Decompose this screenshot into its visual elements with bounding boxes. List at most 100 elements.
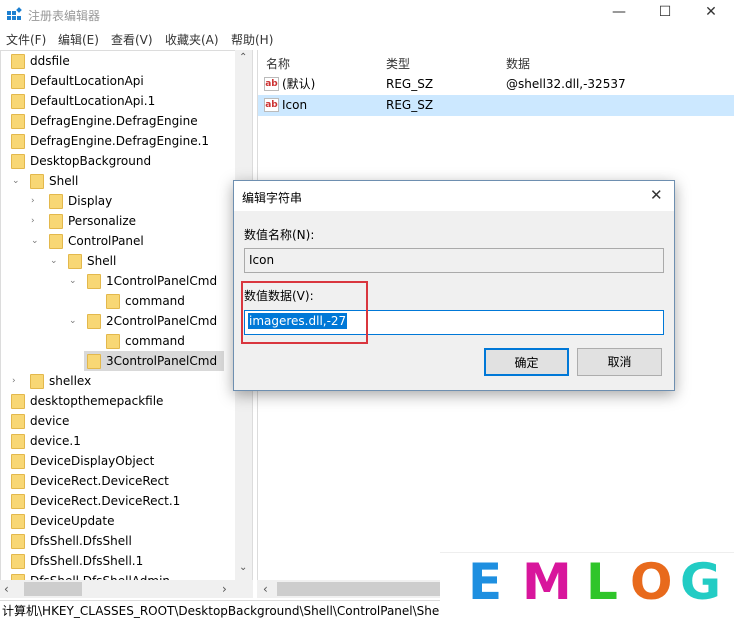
expand-chevron-icon[interactable]: › <box>31 191 41 211</box>
tree-item[interactable]: DeviceDisplayObject <box>1 451 236 471</box>
expand-chevron-icon[interactable]: › <box>31 211 41 231</box>
tree-item-label: DefragEngine.DefragEngine <box>30 114 198 128</box>
tree-item-label: desktopthemepackfile <box>30 394 164 408</box>
tree-item[interactable]: › Display <box>1 191 236 211</box>
tree-item[interactable]: DefragEngine.DefragEngine.1 <box>1 131 236 151</box>
tree-item[interactable]: ⌄ Shell <box>1 251 236 271</box>
value-name: (默认) <box>282 77 316 91</box>
close-button[interactable]: ✕ <box>696 4 726 24</box>
tree-item-label: ddsfile <box>30 54 70 68</box>
folder-icon <box>49 234 63 249</box>
scroll-right-icon[interactable]: › <box>222 582 227 596</box>
tree-item[interactable]: › shellex <box>1 371 236 391</box>
folder-icon <box>11 114 25 129</box>
scroll-thumb[interactable] <box>24 582 82 596</box>
scroll-left-icon[interactable]: ‹ <box>4 582 9 596</box>
menu-view[interactable]: 查看(V) <box>111 31 153 48</box>
menu-file[interactable]: 文件(F) <box>6 31 46 48</box>
values-horizontal-scrollbar[interactable]: ‹ <box>257 580 457 598</box>
folder-icon <box>11 94 25 109</box>
tree-item[interactable]: DfsShell.DfsShell <box>1 531 236 551</box>
tree-item[interactable]: DfsShell.DfsShell.1 <box>1 551 236 571</box>
minimize-button[interactable]: — <box>604 4 634 24</box>
folder-icon <box>30 174 44 189</box>
scroll-down-icon[interactable]: ⌄ <box>239 562 247 573</box>
tree-item-label: shellex <box>49 374 92 388</box>
value-name-field: Icon <box>244 248 664 273</box>
tree-item[interactable]: DefaultLocationApi.1 <box>1 91 236 111</box>
tree-item-label: DesktopBackground <box>30 154 152 168</box>
tree-item[interactable]: 3ControlPanelCmd <box>84 351 224 371</box>
folder-icon <box>68 254 82 269</box>
folder-icon <box>87 274 101 289</box>
folder-icon <box>11 54 25 69</box>
tree-item[interactable]: DeviceUpdate <box>1 511 236 531</box>
tree-item[interactable]: ⌄ 1ControlPanelCmd <box>1 271 236 291</box>
collapse-chevron-icon[interactable]: ⌄ <box>50 251 60 271</box>
value-name-label: 数值名称(N): <box>244 228 315 242</box>
tree-item-label: 3ControlPanelCmd <box>106 354 218 368</box>
tree-item-label: DeviceUpdate <box>30 514 115 528</box>
folder-icon <box>11 514 25 529</box>
cancel-button[interactable]: 取消 <box>577 348 662 376</box>
ok-button[interactable]: 确定 <box>484 348 569 376</box>
highlight-box <box>241 281 368 344</box>
tree-item[interactable]: device <box>1 411 236 431</box>
string-value-icon: ab <box>264 77 279 91</box>
tree-item[interactable]: DeviceRect.DeviceRect.1 <box>1 491 236 511</box>
tree-item-label: device <box>30 414 70 428</box>
maximize-button[interactable]: ☐ <box>650 4 680 24</box>
tree-item[interactable]: device.1 <box>1 431 236 451</box>
tree-item[interactable]: ⌄ Shell <box>1 171 236 191</box>
folder-icon <box>11 134 25 149</box>
tree-item-label: DfsShell.DfsShell.1 <box>30 554 144 568</box>
menu-help[interactable]: 帮助(H) <box>231 31 273 48</box>
logo-letter: M <box>522 553 572 611</box>
folder-icon <box>11 434 25 449</box>
folder-icon <box>87 314 101 329</box>
menu-favorites[interactable]: 收藏夹(A) <box>165 31 219 48</box>
column-data[interactable]: 数据 <box>506 55 530 72</box>
tree-item-label: Display <box>68 194 113 208</box>
tree-item[interactable]: ⌄ 2ControlPanelCmd <box>1 311 236 331</box>
registry-tree[interactable]: ddsfile DefaultLocationApi DefaultLocation… <box>0 50 253 598</box>
tree-item-label: Shell <box>49 174 79 188</box>
tree-item-label: command <box>125 334 185 348</box>
logo-letter: O <box>630 553 673 611</box>
scroll-up-icon[interactable]: ⌃ <box>239 52 247 63</box>
collapse-chevron-icon[interactable]: ⌄ <box>31 231 41 251</box>
window-title: 注册表编辑器 <box>28 9 101 23</box>
value-type: REG_SZ <box>386 77 434 91</box>
column-type[interactable]: 类型 <box>386 55 410 72</box>
value-row[interactable]: ab (默认) REG_SZ @shell32.dll,-32537 <box>258 74 734 95</box>
regedit-icon <box>7 7 22 20</box>
tree-item-label: DeviceRect.DeviceRect.1 <box>30 494 181 508</box>
value-row-selected[interactable]: ab Icon REG_SZ <box>258 95 734 116</box>
title-bar: 注册表编辑器 — ☐ ✕ <box>0 0 734 30</box>
tree-item[interactable]: › Personalize <box>1 211 236 231</box>
dialog-title-bar: 编辑字符串 ✕ <box>234 181 674 211</box>
tree-item[interactable]: DefaultLocationApi <box>1 71 236 91</box>
tree-item[interactable]: DeviceRect.DeviceRect <box>1 471 236 491</box>
tree-item[interactable]: ddsfile <box>1 51 236 71</box>
scroll-thumb[interactable] <box>277 582 457 596</box>
folder-icon <box>11 154 25 169</box>
expand-chevron-icon[interactable]: › <box>12 371 22 391</box>
tree-item[interactable]: command <box>1 331 236 351</box>
collapse-chevron-icon[interactable]: ⌄ <box>12 171 22 191</box>
dialog-close-icon[interactable]: ✕ <box>650 186 663 204</box>
scroll-left-icon[interactable]: ‹ <box>263 582 268 596</box>
folder-icon <box>30 374 44 389</box>
tree-item[interactable]: DesktopBackground <box>1 151 236 171</box>
tree-item[interactable]: ⌄ ControlPanel <box>1 231 236 251</box>
tree-item-label: DeviceRect.DeviceRect <box>30 474 169 488</box>
tree-item-label: device.1 <box>30 434 81 448</box>
tree-item[interactable]: desktopthemepackfile <box>1 391 236 411</box>
collapse-chevron-icon[interactable]: ⌄ <box>69 311 79 331</box>
tree-item[interactable]: DefragEngine.DefragEngine <box>1 111 236 131</box>
menu-edit[interactable]: 编辑(E) <box>58 31 99 48</box>
column-name[interactable]: 名称 <box>266 55 290 72</box>
tree-horizontal-scrollbar[interactable]: ‹ › <box>0 580 253 598</box>
tree-item[interactable]: command <box>1 291 236 311</box>
collapse-chevron-icon[interactable]: ⌄ <box>69 271 79 291</box>
